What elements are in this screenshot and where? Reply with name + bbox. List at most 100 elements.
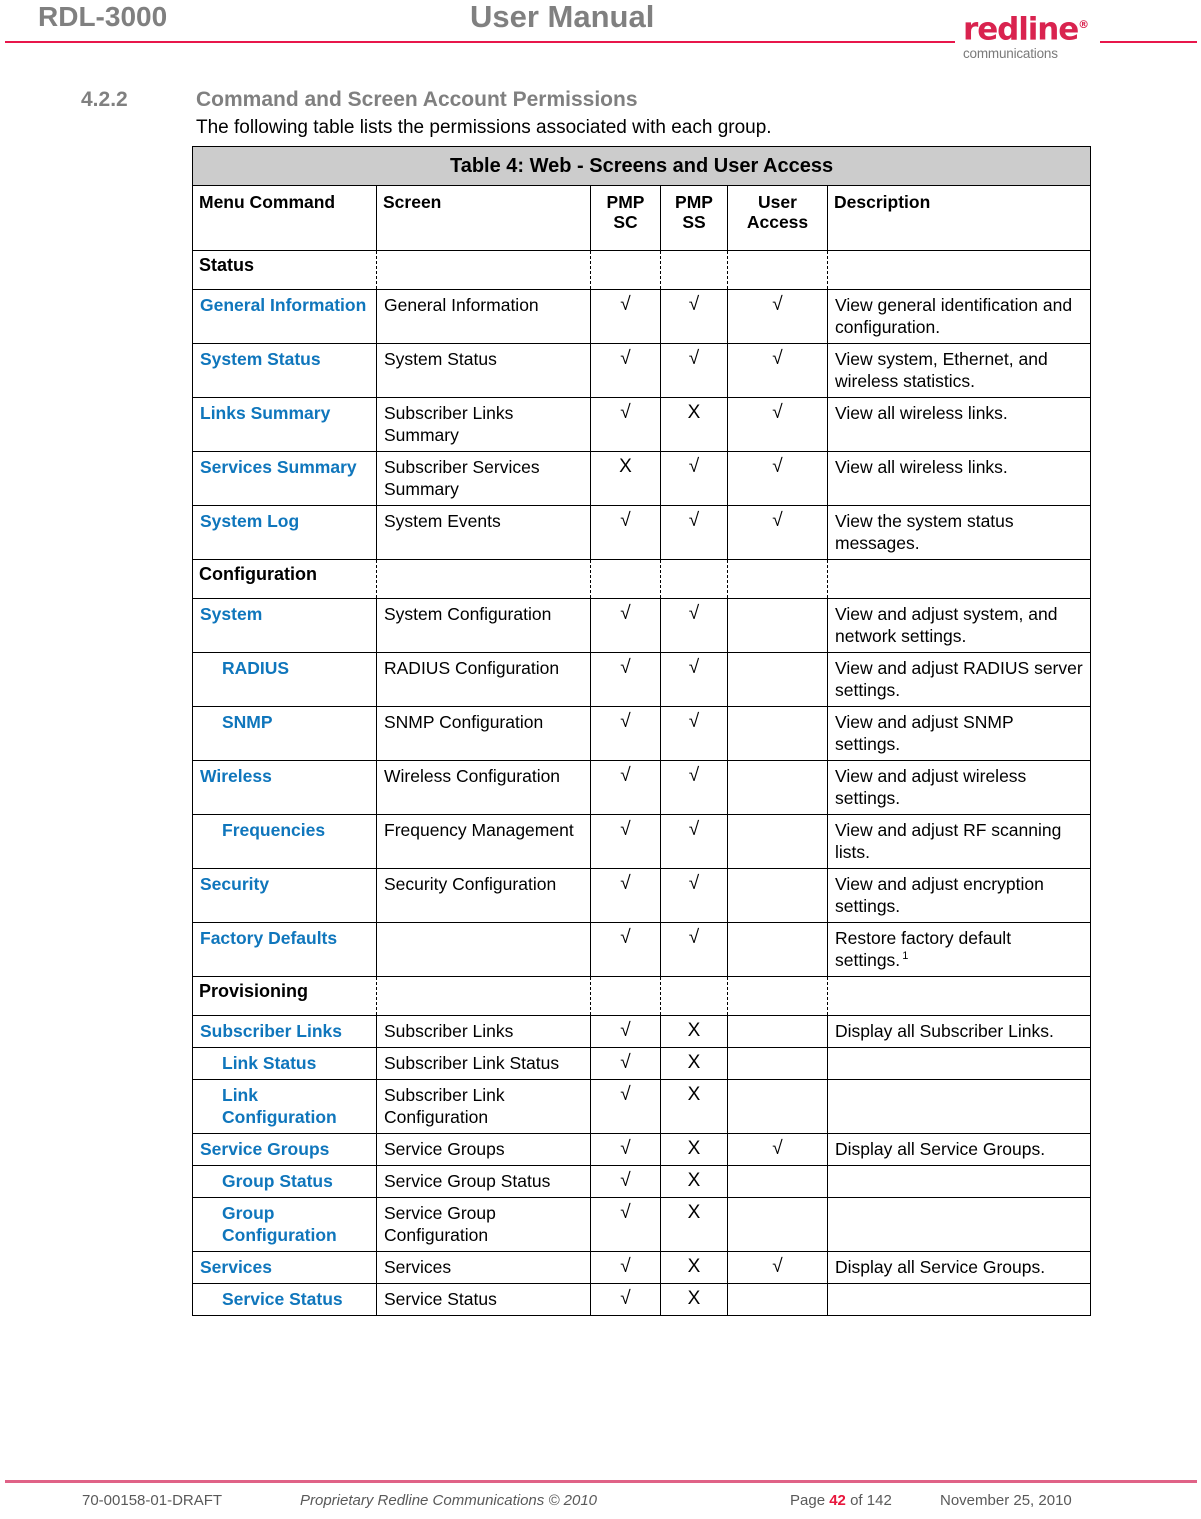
cell-screen: System Events [376,505,591,560]
section-title: Command and Screen Account Permissions [196,88,638,111]
cell-menu-command[interactable]: Group Status [192,1165,377,1198]
section-number: 4.2.2 [81,88,128,111]
pmp-ss-line1: PMP [675,192,713,212]
cell-user-access [727,652,828,707]
cell-description: View all wireless links. [826,451,1092,506]
table-group-spacer [590,250,661,290]
cell-menu-command[interactable]: RADIUS [192,652,377,707]
cell-description: Display all Service Groups. [826,1133,1092,1166]
cell-menu-command[interactable]: Subscriber Links [192,1015,377,1048]
user-access-line2: Access [746,212,809,232]
user-access-line1: User [758,192,797,212]
cell-pmp-sc: √ [590,1165,661,1198]
cell-user-access: √ [727,451,828,506]
cell-menu-command[interactable]: Frequencies [192,814,377,869]
cell-pmp-ss: √ [660,343,728,398]
cell-screen: Security Configuration [376,868,591,923]
table-row: System System Configuration √ √ View and adj… [192,598,1092,653]
table-row: RADIUS RADIUS Configuration √ √ View and adj… [192,652,1092,707]
table-group-row: Configuration [192,559,1092,599]
cell-user-access [727,598,828,653]
table-group-spacer [727,250,828,290]
cell-pmp-sc: √ [590,706,661,761]
footer-date: November 25, 2010 [940,1492,1072,1509]
cell-menu-command[interactable]: System Log [192,505,377,560]
footer-page-suffix: of 142 [850,1492,892,1509]
cell-description [826,1165,1092,1198]
column-header-screen: Screen [376,185,591,251]
cell-pmp-sc: √ [590,397,661,452]
footer-rule [5,1480,1197,1483]
cell-screen: Subscriber Link Configuration [376,1079,591,1134]
table-row: Services Services √ X √ Display all Service G… [192,1251,1092,1284]
registered-trademark-icon: ® [1078,18,1090,31]
table-row: Group Status Service Group Status √ X [192,1165,1092,1198]
cell-user-access [727,1283,828,1316]
footer-page-number: 42 [829,1492,846,1509]
cell-description [826,1197,1092,1252]
cell-screen: Subscriber Services Summary [376,451,591,506]
table-group-spacer [376,250,591,290]
cell-menu-command[interactable]: Factory Defaults [192,922,377,977]
cell-pmp-ss: X [660,1197,728,1252]
cell-screen: System Status [376,343,591,398]
pmp-ss-line2: SS [682,212,706,232]
table-group-spacer [660,250,728,290]
table-row: Factory Defaults √ √ Restore factory defaul… [192,922,1092,977]
table-group-spacer [826,976,1092,1016]
cell-pmp-ss: √ [660,706,728,761]
cell-user-access [727,1015,828,1048]
table-group-label: Configuration [192,559,377,599]
cell-description: View and adjust SNMP settings. [826,706,1092,761]
cell-menu-command[interactable]: Services [192,1251,377,1284]
cell-menu-command[interactable]: System [192,598,377,653]
table-row: System Log System Events √ √ √ View the syste… [192,505,1092,560]
cell-menu-command[interactable]: Link Configuration [192,1079,377,1134]
cell-menu-command[interactable]: Wireless [192,760,377,815]
cell-menu-command[interactable]: Services Summary [192,451,377,506]
cell-menu-command[interactable]: Service Groups [192,1133,377,1166]
footer-document-number: 70-00158-01-DRAFT [82,1492,223,1509]
cell-pmp-ss: X [660,1133,728,1166]
footer-page-prefix: Page [790,1492,826,1509]
cell-user-access [727,706,828,761]
cell-pmp-sc: √ [590,505,661,560]
cell-user-access: √ [727,505,828,560]
permissions-table-wrapper: Table 4: Web - Screens and User Access M… [191,146,1092,1316]
cell-pmp-ss: √ [660,814,728,869]
cell-screen: RADIUS Configuration [376,652,591,707]
cell-menu-command[interactable]: Service Status [192,1283,377,1316]
table-group-spacer [660,976,728,1016]
table-row: Services Summary Subscriber Services Summ… [192,451,1092,506]
table-caption-row: Table 4: Web - Screens and User Access [191,146,1092,186]
permissions-table-body: Table 4: Web - Screens and User Access M… [191,146,1092,1316]
cell-pmp-sc: √ [590,652,661,707]
cell-screen: Frequency Management [376,814,591,869]
cell-pmp-sc: √ [590,1079,661,1134]
table-row: Link Status Subscriber Link Status √ X [192,1047,1092,1080]
cell-menu-command[interactable]: Group Configuration [192,1197,377,1252]
cell-screen: SNMP Configuration [376,706,591,761]
cell-user-access: √ [727,343,828,398]
cell-screen: Wireless Configuration [376,760,591,815]
cell-menu-command[interactable]: SNMP [192,706,377,761]
cell-menu-command[interactable]: System Status [192,343,377,398]
cell-user-access [727,814,828,869]
section-intro-text: The following table lists the permission… [196,117,772,138]
cell-pmp-ss: X [660,397,728,452]
cell-description: Display all Subscriber Links. [826,1015,1092,1048]
table-row: Security Security Configuration √ √ View and… [192,868,1092,923]
cell-menu-command[interactable]: General Information [192,289,377,344]
cell-screen: Service Group Status [376,1165,591,1198]
cell-description: View and adjust encryption settings. [826,868,1092,923]
cell-menu-command[interactable]: Link Status [192,1047,377,1080]
table-row: Service Status Service Status √ X [192,1283,1092,1316]
table-row: Frequencies Frequency Management √ √ View an… [192,814,1092,869]
cell-screen: Service Groups [376,1133,591,1166]
cell-menu-command[interactable]: Security [192,868,377,923]
cell-screen: Subscriber Links Summary [376,397,591,452]
cell-menu-command[interactable]: Links Summary [192,397,377,452]
cell-user-access: √ [727,289,828,344]
table-group-spacer [660,559,728,599]
cell-pmp-ss: X [660,1165,728,1198]
